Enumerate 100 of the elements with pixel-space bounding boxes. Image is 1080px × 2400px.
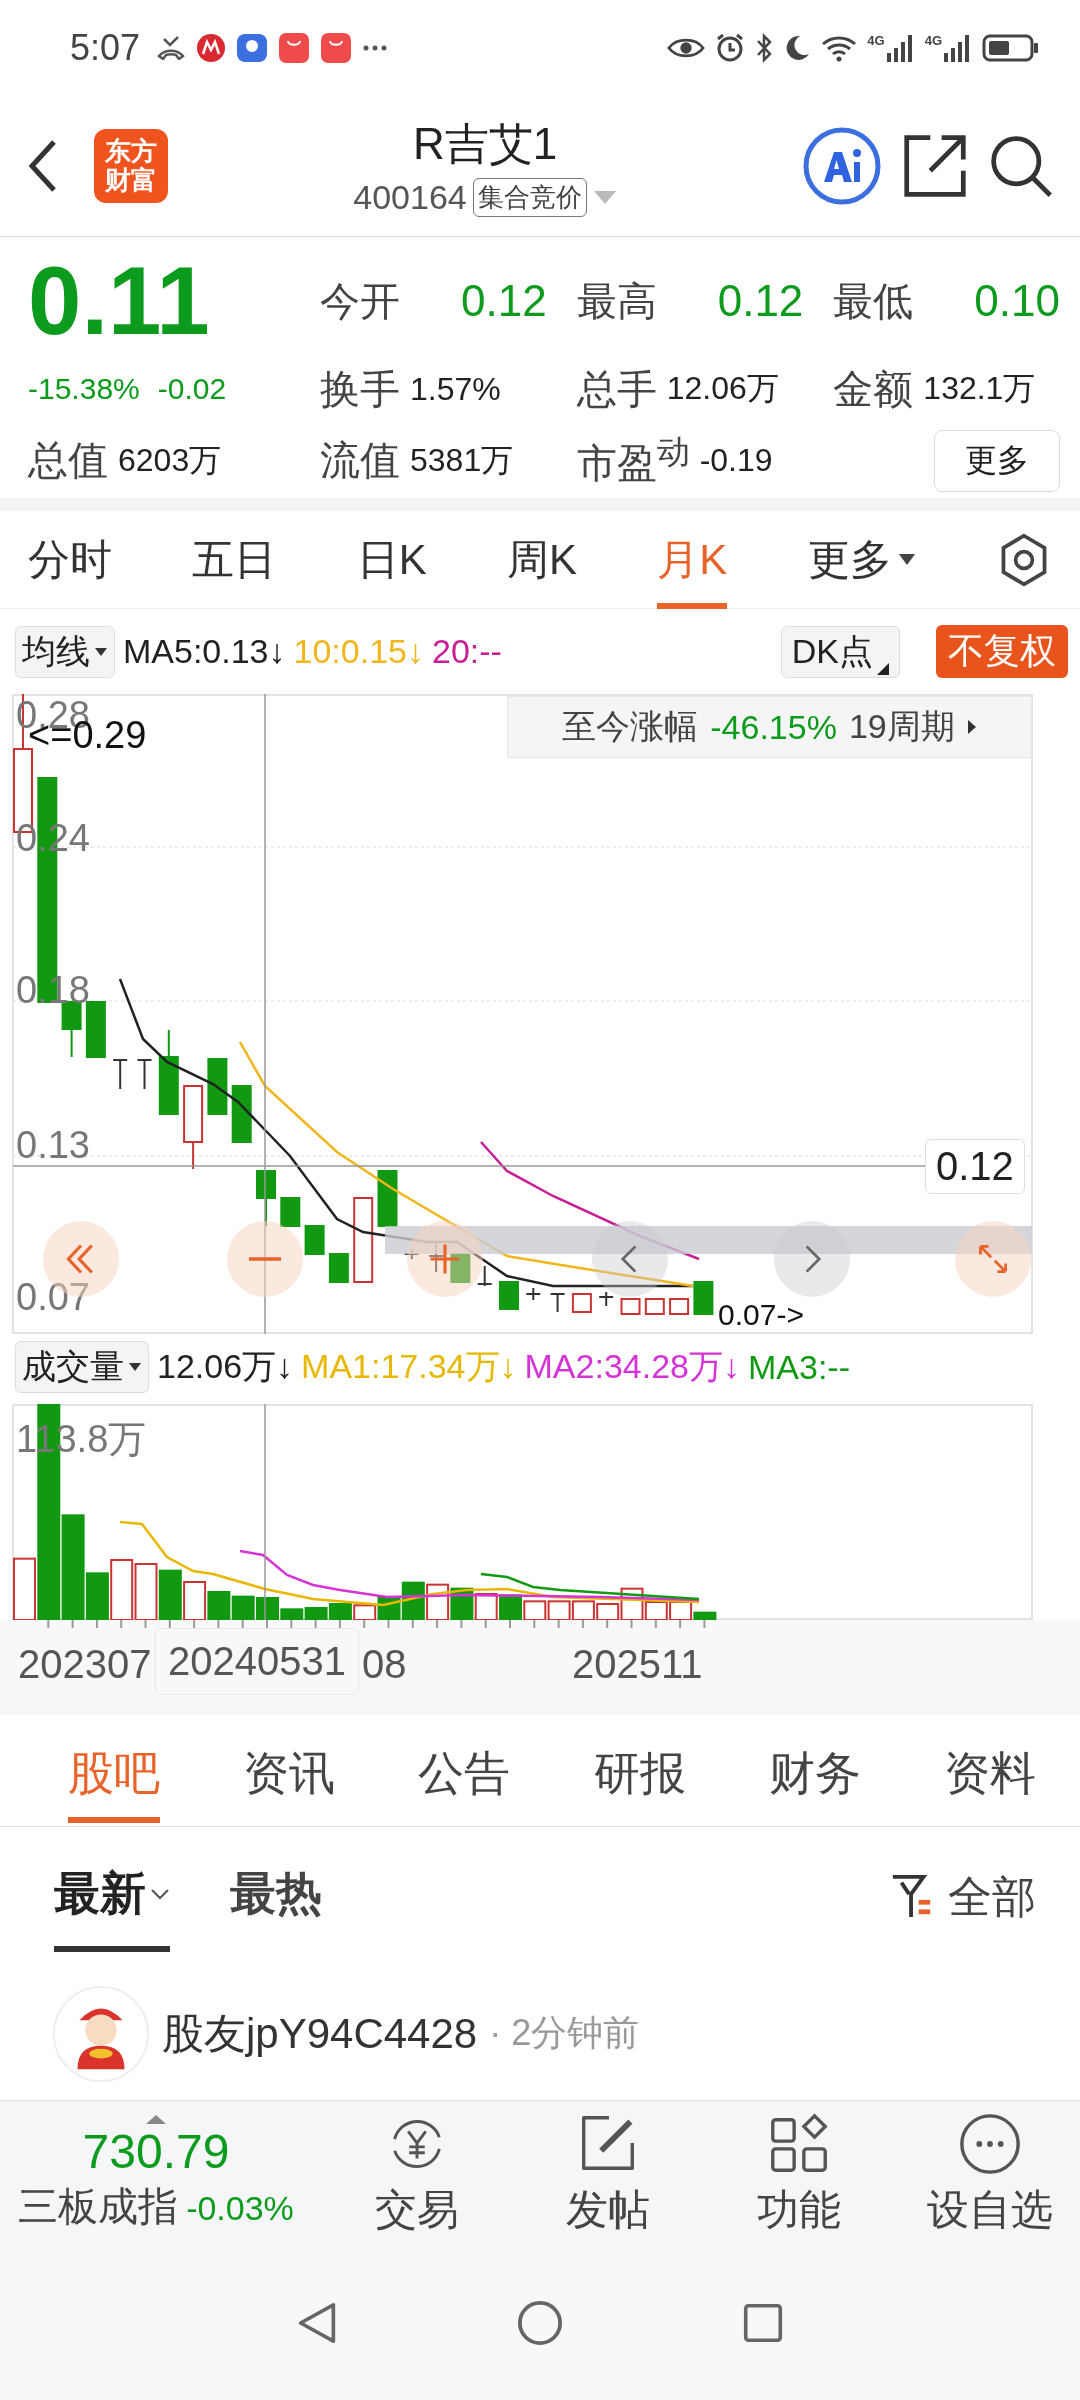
ma-value: MA2:34.28万↓ xyxy=(524,1346,740,1387)
section-tab[interactable]: 财务 xyxy=(768,1723,861,1823)
stat-value: 1.57% xyxy=(410,371,501,408)
section-tab[interactable]: 资讯 xyxy=(243,1723,336,1823)
period-tab[interactable]: 更多 xyxy=(807,510,916,609)
candle xyxy=(136,1059,153,1090)
indicator-selector[interactable]: 均线 xyxy=(15,625,115,678)
volume-value: 12.06万↓ xyxy=(157,1346,294,1387)
date-label: 08 xyxy=(362,1642,407,1687)
caret-icon xyxy=(128,1362,142,1372)
period-tab[interactable]: 五日 xyxy=(192,510,277,609)
action-button[interactable]: 发帖 xyxy=(527,2109,688,2238)
ma-value: MA1:17.34万↓ xyxy=(301,1346,517,1387)
candle xyxy=(693,1281,714,1315)
stock-title: R吉艾1 xyxy=(412,117,558,170)
range-label: 至今涨幅 xyxy=(562,706,699,747)
action-button[interactable]: 交易 xyxy=(336,2109,497,2238)
stat-label: 市盈$^{动}$ xyxy=(576,432,690,488)
range-info-panel[interactable]: 至今涨幅 -46.15% 19周期 xyxy=(507,696,1032,758)
min-price-marker: 0.07-> xyxy=(718,1298,804,1332)
axis-label: 0.07 xyxy=(16,1276,90,1319)
candle xyxy=(525,1287,542,1301)
more-button[interactable]: 更多 xyxy=(934,429,1060,492)
candle xyxy=(207,1058,228,1115)
candle xyxy=(644,1298,665,1315)
filter-button[interactable]: 全部 xyxy=(890,1867,1036,1927)
action-button[interactable]: 设自选 xyxy=(909,2109,1070,2238)
index-value: 730.79 xyxy=(82,2123,230,2179)
candle xyxy=(377,1170,398,1227)
candle xyxy=(499,1281,519,1310)
network-label: 4G xyxy=(867,32,885,48)
date-label: 202511 xyxy=(572,1642,703,1687)
candle xyxy=(280,1197,301,1227)
section-tab[interactable]: 研报 xyxy=(593,1723,686,1823)
crosshair-date-label: 20240531 xyxy=(155,1628,359,1695)
wifi-icon xyxy=(821,33,858,62)
back-nav-icon[interactable] xyxy=(297,2301,337,2345)
candle xyxy=(450,1253,471,1283)
period-tab[interactable]: 日K xyxy=(356,510,427,609)
ma-value: 10:0.15↓ xyxy=(293,632,424,671)
ma-value: MA3:-- xyxy=(748,1347,850,1387)
more-icon xyxy=(362,43,389,52)
crosshair-price-label: 0.12 xyxy=(925,1139,1025,1194)
bluetooth-icon xyxy=(755,32,774,63)
caret-icon xyxy=(94,646,108,657)
dk-button[interactable]: DK点 xyxy=(780,625,900,678)
stat-value: 0.12 xyxy=(717,276,804,327)
ai-icon[interactable] xyxy=(802,125,882,206)
indicator-selector[interactable]: 成交量 xyxy=(15,1341,149,1393)
stock-code: 400164 xyxy=(353,177,467,217)
section-tab[interactable]: 资料 xyxy=(943,1723,1036,1823)
post-time: · 2分钟前 xyxy=(489,2011,640,2055)
action-button[interactable]: 功能 xyxy=(718,2109,879,2238)
sort-tab[interactable]: 最新 xyxy=(54,1842,170,1952)
period-tab[interactable]: 分时 xyxy=(28,510,112,609)
candle xyxy=(669,1298,690,1315)
corner-triangle-icon xyxy=(877,662,889,675)
stat-label: 今开 xyxy=(320,277,400,325)
ma-value: 20:-- xyxy=(432,632,502,671)
stat-value: 0.10 xyxy=(974,276,1060,327)
candle xyxy=(61,1001,82,1058)
caret-icon xyxy=(966,719,977,735)
section-tab[interactable]: 公告 xyxy=(418,1723,511,1823)
stat-label: 金额 xyxy=(833,366,914,413)
stat-label: 最低 xyxy=(833,277,914,325)
back-icon[interactable] xyxy=(28,138,58,193)
volume-bar xyxy=(231,1595,255,1620)
range-periods: 19周期 xyxy=(848,706,955,747)
ma-value: MA5:0.13↓ xyxy=(123,632,286,671)
candle xyxy=(598,1291,615,1307)
recents-nav-icon[interactable] xyxy=(743,2303,783,2343)
stat-value: 6203万 xyxy=(118,440,222,480)
candle xyxy=(549,1293,566,1313)
stat-label: 最高 xyxy=(576,277,657,325)
volume-bar xyxy=(207,1591,231,1620)
share-icon[interactable] xyxy=(902,132,968,199)
auction-badge: 集合竞价 xyxy=(472,177,587,217)
index-name: 三板成指 xyxy=(18,2182,179,2230)
stat-label: 总值 xyxy=(28,437,108,485)
caret-icon xyxy=(897,553,916,566)
range-value: -46.15% xyxy=(710,707,837,747)
date-label: 202307 xyxy=(18,1642,152,1687)
stat-label: 换手 xyxy=(320,366,400,413)
home-nav-icon[interactable] xyxy=(517,2300,563,2346)
app-logo: 东方 财富 xyxy=(94,128,168,203)
signal-icon xyxy=(884,32,915,63)
index-change: -0.03% xyxy=(186,2188,294,2228)
sort-tab[interactable]: 最热 xyxy=(230,1842,322,1952)
candle xyxy=(231,1085,252,1143)
up-caret-icon xyxy=(146,2113,166,2124)
candle xyxy=(85,1001,106,1058)
app-icon xyxy=(278,31,311,64)
candle xyxy=(571,1293,592,1313)
period-tab[interactable]: 周K xyxy=(506,510,577,609)
post-author[interactable]: 股友jpY94C4428 xyxy=(162,2005,478,2062)
app-icon xyxy=(236,32,269,63)
current-price: 0.11 xyxy=(28,253,210,350)
candle xyxy=(304,1225,325,1255)
app-icon xyxy=(320,31,353,64)
adjust-button[interactable]: 不复权 xyxy=(936,625,1068,678)
